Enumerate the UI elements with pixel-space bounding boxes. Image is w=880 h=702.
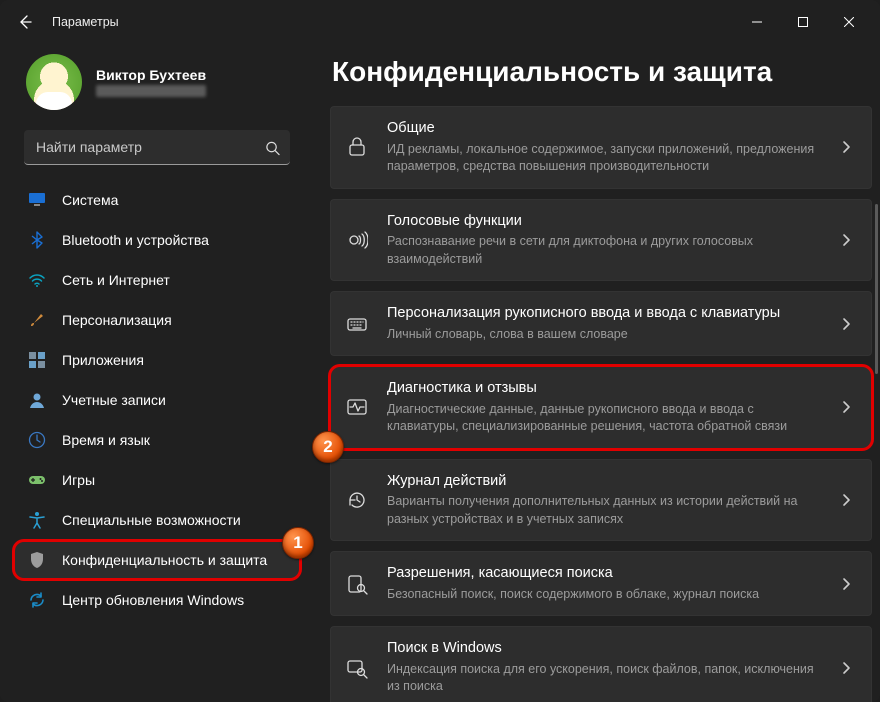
- search-win-icon: [345, 656, 369, 680]
- sidebar-item-2[interactable]: Сеть и Интернет: [14, 261, 300, 299]
- maximize-icon: [798, 17, 808, 27]
- card-title: Разрешения, касающиеся поиска: [387, 564, 823, 584]
- search-box[interactable]: [24, 130, 290, 165]
- card-desc: Варианты получения дополнительных данных…: [387, 493, 823, 528]
- card-desc: Индексация поиска для его ускорения, пои…: [387, 661, 823, 696]
- minimize-button[interactable]: [734, 6, 780, 38]
- main: Конфиденциальность и защита Общие ИД рек…: [310, 44, 880, 702]
- settings-card-0[interactable]: Общие ИД рекламы, локальное содержимое, …: [330, 106, 872, 189]
- card-title: Диагностика и отзывы: [387, 379, 823, 399]
- back-button[interactable]: [8, 5, 42, 39]
- card-title: Поиск в Windows: [387, 639, 823, 659]
- account-email: [96, 85, 206, 97]
- brush-icon: [28, 311, 46, 329]
- apps-icon: [28, 351, 46, 369]
- settings-card-3[interactable]: Диагностика и отзывы Диагностические дан…: [330, 366, 872, 449]
- chevron-right-icon: [841, 577, 857, 591]
- sidebar-item-label: Игры: [62, 472, 95, 488]
- settings-card-2[interactable]: Персонализация рукописного ввода и ввода…: [330, 291, 872, 356]
- gamepad-icon: [28, 471, 46, 489]
- scrollbar-thumb[interactable]: [875, 204, 878, 374]
- sidebar-item-label: Учетные записи: [62, 392, 166, 408]
- chevron-right-icon: [841, 233, 857, 247]
- sidebar-item-3[interactable]: Персонализация: [14, 301, 300, 339]
- account-name: Виктор Бухтеев: [96, 67, 206, 83]
- clock-globe-icon: [28, 431, 46, 449]
- avatar: [26, 54, 82, 110]
- chevron-right-icon: [841, 400, 857, 414]
- user-icon: [28, 391, 46, 409]
- annotation-badge-2: 2: [312, 431, 344, 463]
- chevron-right-icon: [841, 661, 857, 675]
- sidebar-nav: Система Bluetooth и устройства Сеть и Ин…: [10, 177, 304, 623]
- search-icon: [265, 140, 280, 155]
- settings-card-5[interactable]: Разрешения, касающиеся поиска Безопасный…: [330, 551, 872, 616]
- sidebar-item-label: Сеть и Интернет: [62, 272, 170, 288]
- card-desc: Распознавание речи в сети для диктофона …: [387, 233, 823, 268]
- card-title: Персонализация рукописного ввода и ввода…: [387, 304, 823, 324]
- sidebar-item-label: Конфиденциальность и защита: [62, 552, 267, 568]
- card-title: Голосовые функции: [387, 212, 823, 232]
- annotation-badge-1: 1: [282, 527, 314, 559]
- sidebar-item-label: Персонализация: [62, 312, 172, 328]
- settings-card-4[interactable]: Журнал действий Варианты получения допол…: [330, 459, 872, 542]
- settings-card-6[interactable]: Поиск в Windows Индексация поиска для ег…: [330, 626, 872, 702]
- maximize-button[interactable]: [780, 6, 826, 38]
- bluetooth-icon: [28, 231, 46, 249]
- wifi-icon: [28, 271, 46, 289]
- card-title: Общие: [387, 119, 823, 139]
- titlebar: Параметры: [0, 0, 880, 44]
- lock-icon: [345, 135, 369, 159]
- keyboard-icon: [345, 312, 369, 336]
- account-block[interactable]: Виктор Бухтеев: [10, 48, 304, 126]
- sidebar-item-1[interactable]: Bluetooth и устройства: [14, 221, 300, 259]
- chevron-right-icon: [841, 317, 857, 331]
- settings-card-1[interactable]: Голосовые функции Распознавание речи в с…: [330, 199, 872, 282]
- close-button[interactable]: [826, 6, 872, 38]
- card-desc: Личный словарь, слова в вашем словаре: [387, 326, 823, 344]
- sidebar-item-label: Время и язык: [62, 432, 150, 448]
- update-icon: [28, 591, 46, 609]
- card-desc: Диагностические данные, данные рукописно…: [387, 401, 823, 436]
- accessibility-icon: [28, 511, 46, 529]
- sidebar-item-label: Приложения: [62, 352, 144, 368]
- card-title: Журнал действий: [387, 472, 823, 492]
- page-title: Конфиденциальность и защита: [332, 56, 872, 88]
- sidebar: Виктор Бухтеев Система Bluetooth и устро…: [0, 44, 310, 702]
- close-icon: [844, 17, 854, 27]
- card-desc: ИД рекламы, локальное содержимое, запуск…: [387, 141, 823, 176]
- chevron-right-icon: [841, 140, 857, 154]
- sidebar-item-label: Центр обновления Windows: [62, 592, 244, 608]
- minimize-icon: [752, 17, 762, 27]
- sidebar-item-label: Bluetooth и устройства: [62, 232, 209, 248]
- monitor-icon: [28, 191, 46, 209]
- sidebar-item-label: Специальные возможности: [62, 512, 241, 528]
- card-desc: Безопасный поиск, поиск содержимого в об…: [387, 586, 823, 604]
- voice-icon: [345, 228, 369, 252]
- history-icon: [345, 488, 369, 512]
- window-title: Параметры: [52, 15, 734, 29]
- sidebar-item-5[interactable]: Учетные записи: [14, 381, 300, 419]
- search-input[interactable]: [24, 130, 290, 165]
- sidebar-item-4[interactable]: Приложения: [14, 341, 300, 379]
- sidebar-item-9[interactable]: Конфиденциальность и защита: [14, 541, 300, 579]
- chevron-right-icon: [841, 493, 857, 507]
- sidebar-item-0[interactable]: Система: [14, 181, 300, 219]
- sidebar-item-6[interactable]: Время и язык: [14, 421, 300, 459]
- shield-icon: [28, 551, 46, 569]
- sidebar-item-10[interactable]: Центр обновления Windows: [14, 581, 300, 619]
- sidebar-item-8[interactable]: Специальные возможности: [14, 501, 300, 539]
- sidebar-item-7[interactable]: Игры: [14, 461, 300, 499]
- search-doc-icon: [345, 572, 369, 596]
- sidebar-item-label: Система: [62, 192, 118, 208]
- pulse-icon: [345, 395, 369, 419]
- back-arrow-icon: [17, 14, 33, 30]
